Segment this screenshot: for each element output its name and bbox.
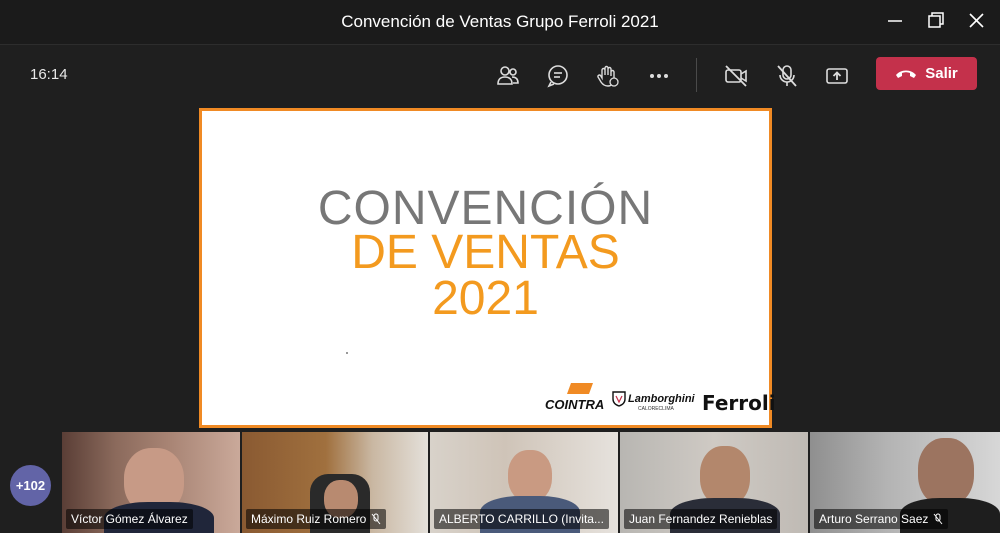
participant-name: Máximo Ruiz Romero (251, 512, 367, 526)
participant-tile[interactable]: Víctor Gómez Álvarez (62, 432, 240, 533)
participant-name-tag: Víctor Gómez Álvarez (66, 509, 193, 529)
participant-tile[interactable]: ALBERTO CARRILLO (Invita... (430, 432, 618, 533)
minimize-icon[interactable] (882, 10, 908, 32)
mic-off-icon (371, 513, 381, 525)
restore-icon[interactable] (922, 10, 948, 32)
participant-name-tag: Arturo Serrano Saez (814, 509, 949, 529)
participant-tile[interactable]: Juan Fernandez Renieblas (620, 432, 808, 533)
more-icon[interactable] (645, 62, 673, 90)
participant-name-tag: Máximo Ruiz Romero (246, 509, 387, 529)
participant-name-tag: Juan Fernandez Renieblas (624, 509, 778, 529)
participant-face (700, 446, 750, 506)
lamborghini-sub: CALORECLIMA (638, 406, 674, 412)
share-icon[interactable] (823, 62, 851, 90)
title-bar: Convención de Ventas Grupo Ferroli 2021 (0, 0, 1000, 45)
leave-button[interactable]: Salir (876, 57, 977, 90)
participants-icon[interactable] (494, 62, 522, 90)
participant-name: Arturo Serrano Saez (819, 512, 929, 526)
cointra-logo-mark (566, 383, 594, 394)
participant-name-tag: ALBERTO CARRILLO (Invita... (434, 509, 609, 529)
more-participants-button[interactable]: +102 (10, 465, 51, 506)
shared-slide: CONVENCIÓN DE VENTAS 2021 COINTRA Lambor… (199, 108, 776, 428)
slide-dot (346, 352, 348, 354)
leave-label: Salir (925, 65, 958, 82)
mic-off-icon[interactable] (773, 62, 801, 90)
cointra-logo: COINTRA (545, 397, 605, 412)
participant-name: ALBERTO CARRILLO (Invita... (439, 512, 604, 526)
window-title: Convención de Ventas Grupo Ferroli 2021 (341, 12, 659, 31)
chat-icon[interactable] (544, 62, 572, 90)
participant-face (508, 450, 552, 502)
ferroli-logo: Ferroli (702, 391, 776, 415)
lamborghini-logo: Lamborghini (628, 393, 695, 405)
meeting-toolbar: 16:14 Salir (0, 45, 1000, 105)
lamborghini-shield-icon (612, 391, 626, 412)
mic-off-icon (934, 513, 943, 525)
toolbar-divider (696, 58, 697, 92)
participant-name: Juan Fernandez Renieblas (629, 512, 773, 526)
close-icon[interactable] (964, 10, 990, 32)
participant-tile[interactable]: Máximo Ruiz Romero (242, 432, 428, 533)
participant-tile[interactable]: Arturo Serrano Saez (810, 432, 1000, 533)
participant-name: Víctor Gómez Álvarez (71, 512, 188, 526)
raise-hand-icon[interactable] (594, 62, 622, 90)
meeting-timer: 16:14 (30, 66, 68, 83)
participant-face (918, 438, 974, 506)
brand-logos: COINTRA Lamborghini CALORECLIMA Ferroli (542, 381, 776, 417)
hang-up-icon (896, 70, 917, 78)
camera-off-icon[interactable] (722, 62, 750, 90)
slide-line-3: 2021 (432, 272, 539, 325)
